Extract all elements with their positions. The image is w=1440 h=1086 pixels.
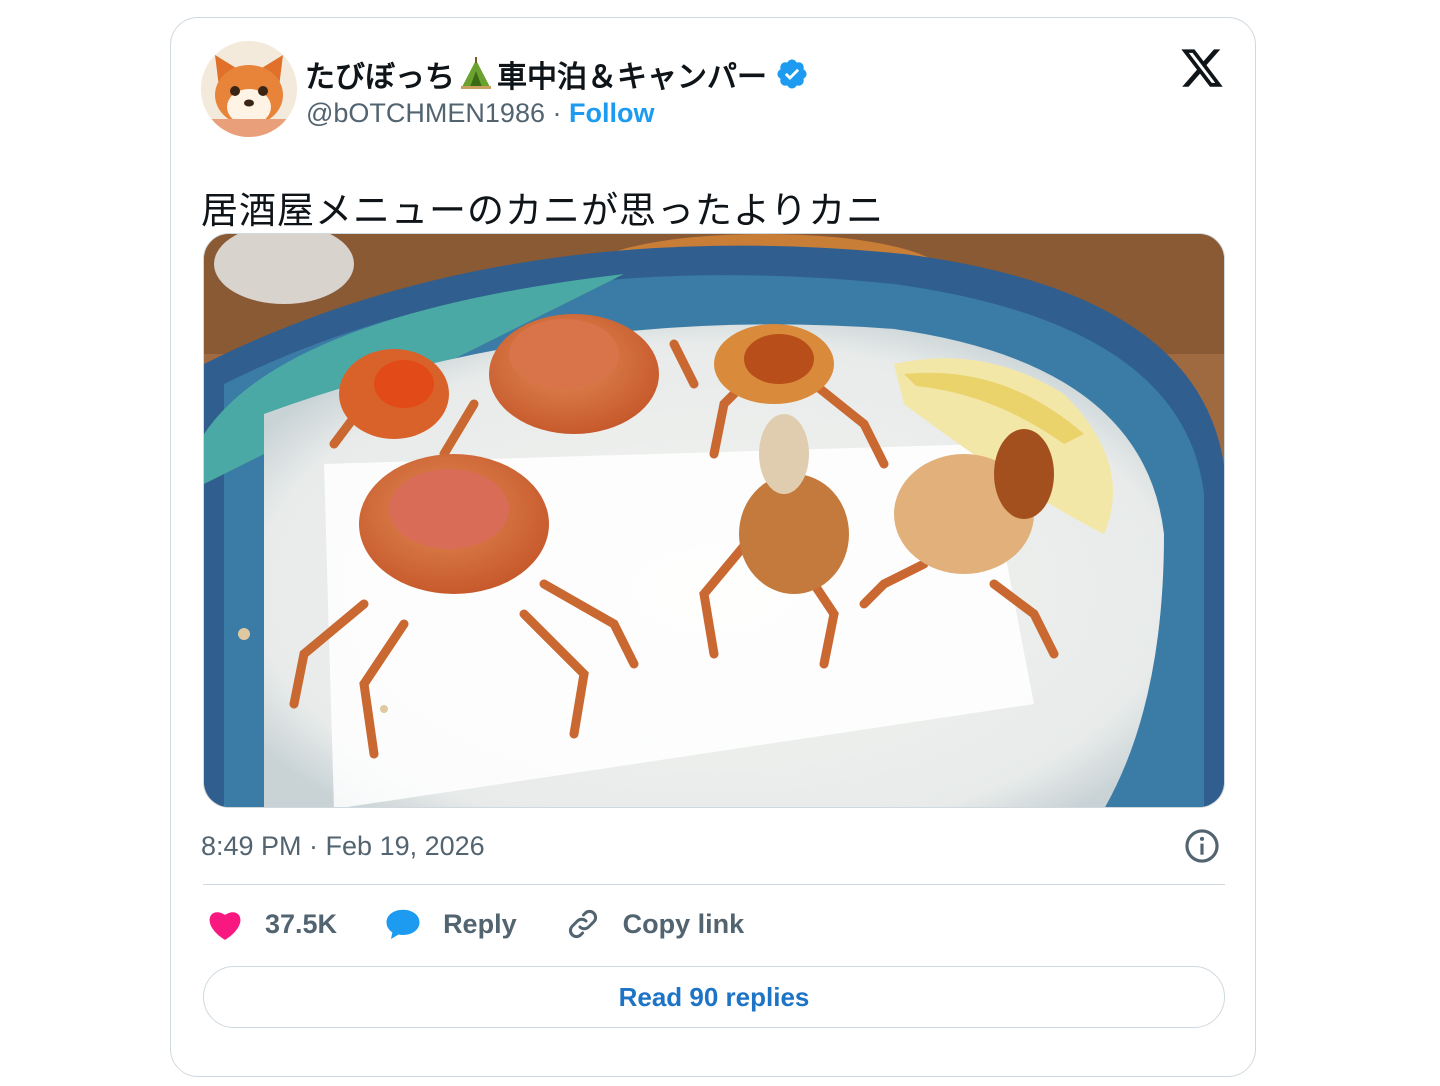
- dog-avatar-icon: [201, 41, 297, 137]
- display-name-part-2[interactable]: 車中泊＆キャンパー: [497, 52, 767, 96]
- tweet-card: たびぼっち 車中泊＆キャンパー @bOTCHMEN1986 · Follow 居…: [170, 17, 1256, 1077]
- handle-separator: ·: [552, 98, 562, 128]
- author-handle[interactable]: @bOTCHMEN1986: [306, 98, 545, 128]
- x-logo-icon[interactable]: [1179, 45, 1225, 91]
- action-bar: 37.5K Reply Copy link: [207, 906, 792, 942]
- reply-bubble-icon: [386, 909, 420, 939]
- like-button[interactable]: 37.5K: [207, 907, 337, 941]
- fried-crabs-photo-icon: [204, 234, 1224, 807]
- read-replies-button[interactable]: Read 90 replies: [203, 966, 1225, 1028]
- reply-button[interactable]: Reply: [385, 907, 517, 941]
- copy-link-label: Copy link: [622, 908, 745, 939]
- tweet-media[interactable]: [203, 233, 1225, 808]
- link-icon: [568, 910, 597, 938]
- copy-link-button[interactable]: Copy link: [565, 906, 745, 942]
- verified-badge-icon: [777, 59, 807, 89]
- author-name-row[interactable]: たびぼっち 車中泊＆キャンパー: [305, 52, 809, 96]
- like-count: 37.5K: [265, 908, 338, 939]
- reply-label: Reply: [443, 908, 517, 939]
- tweet-timestamp[interactable]: 8:49 PM · Feb 19, 2026: [201, 831, 485, 862]
- info-icon[interactable]: [1183, 827, 1221, 865]
- avatar[interactable]: [201, 41, 297, 137]
- handle-row: @bOTCHMEN1986 · Follow: [306, 98, 655, 129]
- display-name-part-1[interactable]: たびぼっち: [305, 52, 455, 96]
- tent-icon: [461, 57, 491, 89]
- follow-button[interactable]: Follow: [569, 98, 654, 128]
- tweet-text: 居酒屋メニューのカニが思ったよりカニ: [201, 190, 885, 231]
- heart-icon: [209, 912, 241, 940]
- divider: [203, 884, 1225, 885]
